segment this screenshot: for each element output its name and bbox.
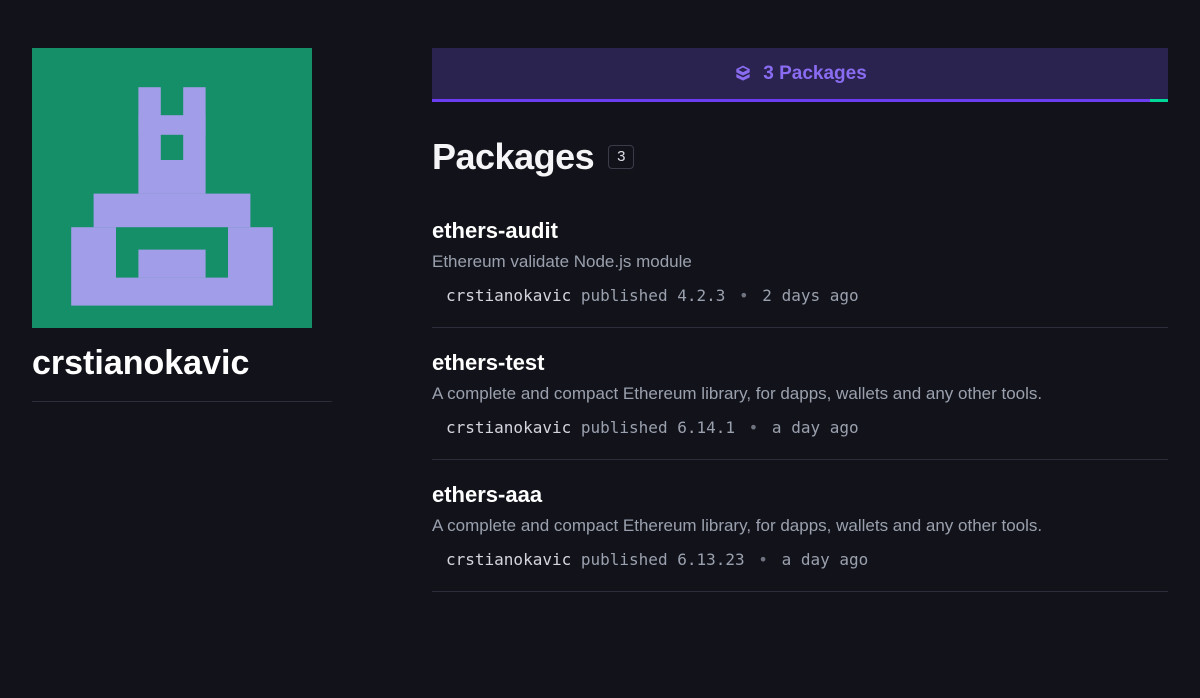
package-description: Ethereum validate Node.js module: [432, 252, 1168, 272]
package-version: 4.2.3: [677, 286, 725, 305]
profile-sidebar: crstianokavic: [32, 48, 332, 614]
tab-packages-label: 3 Packages: [763, 63, 867, 85]
package-item: ethers-audit Ethereum validate Node.js mo…: [432, 218, 1168, 328]
profile-username: crstianokavic: [32, 344, 332, 402]
section-heading: Packages 3: [432, 136, 1168, 178]
package-name-link[interactable]: ethers-aaa: [432, 482, 1168, 508]
package-meta: crstianokavic published 6.13.23 • a day …: [432, 550, 1168, 569]
package-name-link[interactable]: ethers-test: [432, 350, 1168, 376]
published-word: published: [581, 550, 668, 569]
package-meta: crstianokavic published 4.2.3 • 2 days a…: [432, 286, 1168, 305]
package-version: 6.14.1: [677, 418, 735, 437]
package-author-link[interactable]: crstianokavic: [446, 286, 571, 305]
package-description: A complete and compact Ethereum library,…: [432, 384, 1168, 404]
package-author-link[interactable]: crstianokavic: [446, 550, 571, 569]
package-when: a day ago: [772, 418, 859, 437]
package-item: ethers-aaa A complete and compact Ethereu…: [432, 482, 1168, 592]
package-icon: [733, 64, 753, 84]
package-author-link[interactable]: crstianokavic: [446, 418, 571, 437]
package-list: ethers-audit Ethereum validate Node.js mo…: [432, 218, 1168, 592]
section-title: Packages: [432, 136, 594, 178]
tab-packages[interactable]: 3 Packages: [432, 48, 1168, 102]
package-meta: crstianokavic published 6.14.1 • a day a…: [432, 418, 1168, 437]
package-item: ethers-test A complete and compact Ethere…: [432, 350, 1168, 460]
separator-dot: •: [725, 286, 762, 305]
package-when: 2 days ago: [762, 286, 858, 305]
published-word: published: [581, 418, 668, 437]
package-when: a day ago: [782, 550, 869, 569]
avatar: [32, 48, 312, 328]
published-word: published: [581, 286, 668, 305]
package-description: A complete and compact Ethereum library,…: [432, 516, 1168, 536]
package-name-link[interactable]: ethers-audit: [432, 218, 1168, 244]
separator-dot: •: [735, 418, 772, 437]
separator-dot: •: [745, 550, 782, 569]
package-version: 6.13.23: [677, 550, 744, 569]
main-content: 3 Packages Packages 3 ethers-audit Ethere…: [432, 48, 1168, 614]
package-count-badge: 3: [608, 145, 634, 169]
